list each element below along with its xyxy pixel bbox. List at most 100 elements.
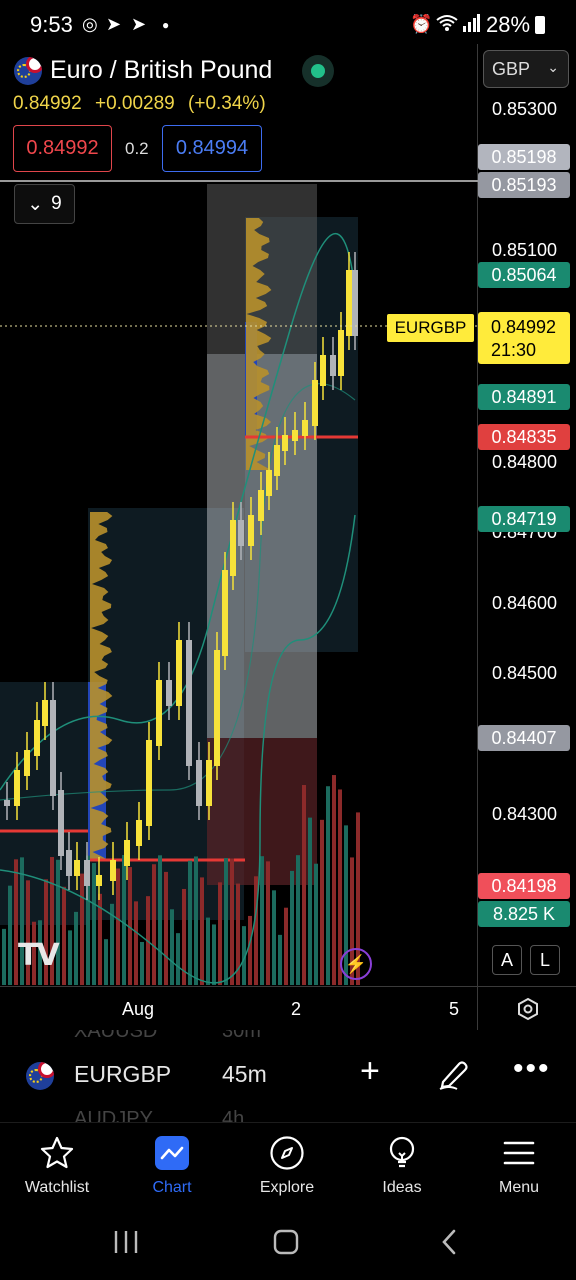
- volume-bar: [212, 924, 216, 985]
- back-icon[interactable]: [436, 1228, 464, 1261]
- candle-body: [58, 790, 64, 856]
- chart-icon: [154, 1123, 190, 1171]
- volume-bar: [266, 861, 270, 985]
- volume-bar: [140, 941, 144, 985]
- volume-bar: [8, 885, 12, 985]
- price-chart[interactable]: [0, 180, 478, 988]
- volume-bar: [194, 856, 198, 985]
- nav-watchlist[interactable]: Watchlist: [2, 1123, 112, 1207]
- tradingview-logo[interactable]: TV: [18, 938, 60, 973]
- volume-bar: [296, 855, 300, 985]
- price-tick: 0.84600: [492, 593, 558, 613]
- more-icon[interactable]: •••: [513, 1052, 551, 1086]
- currency-select[interactable]: GBP ⌄: [483, 50, 569, 88]
- candle-body: [312, 380, 318, 426]
- volume-bar: [248, 915, 252, 985]
- candle-body: [74, 860, 80, 876]
- lightning-icon[interactable]: ⚡: [340, 948, 372, 980]
- volume-bar: [272, 890, 276, 985]
- price-tick: 0.85100: [492, 240, 558, 260]
- candle-body: [206, 760, 212, 806]
- auto-scale-button[interactable]: A: [492, 945, 522, 975]
- star-icon: [39, 1123, 75, 1171]
- market-open-indicator[interactable]: [302, 55, 334, 87]
- nav-chart[interactable]: Chart: [117, 1123, 227, 1207]
- volume-bar: [176, 933, 180, 985]
- candle-body: [274, 445, 280, 476]
- buy-button[interactable]: 0.84994: [162, 125, 262, 172]
- candle-body: [238, 520, 244, 546]
- signal-icon: [462, 14, 480, 37]
- volume-bar: [224, 858, 228, 985]
- candle-body: [4, 800, 10, 806]
- candle-body: [24, 750, 30, 776]
- zone-box-light: [207, 354, 317, 738]
- candle-body: [320, 355, 326, 386]
- price-tick: 0.85300: [492, 99, 558, 119]
- current-price: 0.84992: [491, 317, 557, 337]
- volume-bar: [92, 863, 96, 985]
- candle-body: [66, 850, 72, 876]
- volume-bar: [200, 877, 204, 985]
- volume-bar: [116, 868, 120, 985]
- indicator-count: 9: [51, 193, 62, 214]
- candle-body: [84, 860, 90, 886]
- candle-body: [302, 420, 308, 436]
- nav-label: Ideas: [382, 1179, 422, 1196]
- symbol-title[interactable]: Euro / British Pound: [50, 56, 272, 85]
- volume-bar: [74, 911, 78, 985]
- volume-tag: 8.825 K: [478, 901, 570, 927]
- candle-body: [222, 570, 228, 656]
- interval-button[interactable]: 45m: [222, 1061, 267, 1088]
- spread-value: 0.2: [125, 139, 149, 158]
- time-axis[interactable]: Aug 2 5: [0, 986, 576, 1030]
- volume-bar: [302, 785, 306, 985]
- compass-icon: [269, 1123, 305, 1171]
- indicators-collapse-button[interactable]: ⌄ 9: [14, 184, 75, 224]
- volume-bar: [68, 930, 72, 985]
- volume-bar: [332, 775, 336, 985]
- nav-ideas[interactable]: Ideas: [347, 1123, 457, 1207]
- symbol-price-label: EURGBP: [387, 314, 474, 342]
- zone-box-grey: [207, 184, 317, 354]
- drawing-tools-icon[interactable]: [437, 1056, 471, 1095]
- symbol-search-button[interactable]: EURGBP: [74, 1061, 171, 1088]
- home-icon[interactable]: [272, 1228, 300, 1261]
- nav-explore[interactable]: Explore: [232, 1123, 342, 1207]
- volume-bar: [326, 786, 330, 985]
- add-icon[interactable]: +: [360, 1052, 380, 1091]
- bottom-navigation: Watchlist Chart Explore Ideas Menu: [0, 1122, 576, 1206]
- current-price-tag: 0.84992 21:30: [478, 312, 570, 364]
- tradingview-app: 9:53 ◎ ➤ ➤ ● ⏰ 28% Euro / British Pound …: [0, 0, 576, 1280]
- chart-settings-icon[interactable]: [516, 997, 540, 1026]
- eu-gb-flag-icon: [26, 1062, 54, 1090]
- candle-body: [110, 860, 116, 881]
- battery-level: 28%: [486, 12, 531, 37]
- nav-label: Chart: [152, 1179, 192, 1196]
- volume-bar: [80, 873, 84, 985]
- volume-bar: [170, 909, 174, 985]
- log-scale-button[interactable]: L: [530, 945, 560, 975]
- candle-body: [196, 760, 202, 806]
- nav-menu[interactable]: Menu: [464, 1123, 574, 1207]
- volume-bar: [290, 870, 294, 985]
- volume-bar: [320, 819, 324, 985]
- candle-body: [136, 820, 142, 846]
- time-label: 2: [291, 999, 302, 1019]
- eu-gb-flag-icon: [14, 57, 42, 85]
- candle-body: [34, 720, 40, 756]
- chevron-down-icon: ⌄: [27, 193, 44, 215]
- price-tag: 0.84891: [478, 384, 570, 410]
- sell-button[interactable]: 0.84992: [13, 125, 112, 172]
- candle-body: [124, 840, 130, 866]
- telegram-icon: ➤: [106, 14, 122, 34]
- recent-apps-icon[interactable]: [112, 1228, 140, 1261]
- volume-bar: [2, 928, 6, 985]
- status-bar: 9:53 ◎ ➤ ➤ ● ⏰ 28%: [0, 0, 576, 50]
- candle-body: [214, 650, 220, 766]
- candle-body: [292, 430, 298, 441]
- candle-body: [14, 770, 20, 806]
- nav-label: Menu: [498, 1179, 540, 1196]
- candle-body: [186, 640, 192, 766]
- price-tag: 0.84407: [478, 725, 570, 751]
